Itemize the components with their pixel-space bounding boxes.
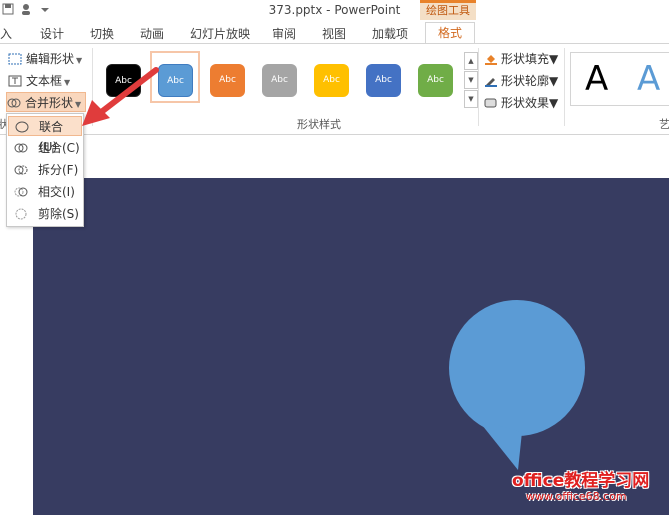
union-icon — [15, 120, 29, 134]
ribbon-tabs: 入 设计 切换 动画 幻灯片放映 审阅 视图 加载项 格式 — [0, 22, 669, 44]
wordart-group-label: 艺 — [659, 118, 669, 131]
shape-effects-button[interactable]: 形状效果▼ — [484, 93, 558, 113]
tab-transitions[interactable]: 切换 — [90, 25, 114, 42]
text-box-button[interactable]: 文本框 ▼ — [8, 71, 70, 91]
merge-shapes-menu: 联合(U) 组合(C) 拆分(F) 相交(I) 剪除(S) — [6, 113, 84, 227]
shape-effects-icon — [484, 95, 498, 108]
wordart-style-black[interactable]: A — [585, 59, 608, 99]
shape-fill-label: 形状填充 — [501, 52, 550, 66]
shape-style-gray[interactable]: Abc — [262, 64, 297, 97]
shape-fill-button[interactable]: 形状填充▼ — [484, 49, 558, 69]
drawing-tools-context-tab: 绘图工具 — [420, 0, 476, 20]
menu-item-intersect[interactable]: 相交(I) — [8, 182, 82, 202]
chevron-down-icon: ▼ — [549, 96, 559, 110]
tab-format[interactable]: 格式 — [425, 22, 476, 44]
shape-style-gold[interactable]: Abc — [314, 64, 349, 97]
menu-item-union[interactable]: 联合(U) — [8, 116, 82, 154]
gallery-up-button[interactable]: ▲ — [464, 52, 478, 70]
menu-item-combine[interactable]: 组合(C) — [8, 138, 82, 158]
tab-add-ins[interactable]: 加载项 — [372, 25, 408, 42]
chevron-down-icon: ▼ — [76, 56, 83, 65]
shape-effects-label: 形状效果 — [501, 96, 550, 110]
wordart-gallery: A A — [570, 52, 669, 106]
merge-shapes-label: 合并形状 — [25, 96, 74, 110]
tab-slide-show[interactable]: 幻灯片放映 — [190, 25, 250, 42]
intersect-icon — [14, 185, 28, 199]
group-separator — [478, 48, 479, 126]
group-separator — [92, 48, 93, 126]
chevron-down-icon: ▼ — [549, 52, 559, 66]
shape-style-dark-blue[interactable]: Abc — [366, 64, 401, 97]
tab-view[interactable]: 视图 — [322, 25, 346, 42]
edit-shape-label: 编辑形状 — [26, 52, 75, 66]
ribbon: 编辑形状 ▼ 文本框 ▼ 合并形状 ▼ 状 Abc Abc Abc Abc Abc A… — [0, 43, 669, 135]
watermark-title: office教程学习网 — [512, 471, 650, 491]
pencil-icon — [484, 73, 498, 87]
group-separator — [564, 48, 565, 126]
menu-item-fragment[interactable]: 拆分(F) — [8, 160, 82, 180]
edit-shape-button[interactable]: 编辑形状 ▼ — [8, 49, 82, 69]
tab-insert[interactable]: 入 — [0, 25, 12, 42]
shape-style-black[interactable]: Abc — [106, 64, 141, 97]
chevron-down-icon: ▼ — [75, 100, 82, 109]
slide[interactable] — [33, 178, 669, 515]
merge-shapes-icon — [7, 95, 21, 108]
shape-styles-group-label: 形状样式 — [297, 118, 341, 131]
shape-outline-label: 形状轮廓 — [501, 74, 550, 88]
gallery-more-button[interactable]: ▼ — [464, 90, 478, 108]
fragment-icon — [14, 163, 28, 177]
tab-design[interactable]: 设计 — [40, 25, 64, 42]
menu-item-subtract[interactable]: 剪除(S) — [8, 204, 82, 224]
chevron-down-icon: ▼ — [549, 74, 559, 88]
shape-style-orange[interactable]: Abc — [210, 64, 245, 97]
wordart-style-blue[interactable]: A — [637, 59, 660, 99]
edit-shape-icon — [8, 51, 22, 65]
combine-icon — [14, 141, 28, 155]
window-title: 373.pptx - PowerPoint — [268, 3, 401, 17]
tab-animations[interactable]: 动画 — [140, 25, 164, 42]
paint-bucket-icon — [484, 51, 498, 65]
subtract-icon — [14, 207, 28, 221]
gallery-scroll: ▲ ▼ ▼ — [464, 52, 478, 108]
text-box-icon — [8, 73, 22, 87]
selected-style-frame — [150, 51, 200, 103]
chevron-down-icon: ▼ — [64, 78, 71, 87]
text-box-label: 文本框 — [26, 74, 63, 88]
title-bar: 373.pptx - PowerPoint 绘图工具 — [0, 0, 669, 22]
merge-shapes-button[interactable]: 合并形状 ▼ — [6, 92, 87, 112]
shape-outline-button[interactable]: 形状轮廓▼ — [484, 71, 558, 91]
gallery-down-button[interactable]: ▼ — [464, 71, 478, 89]
shape-style-green[interactable]: Abc — [418, 64, 453, 97]
tab-review[interactable]: 审阅 — [272, 25, 296, 42]
watermark-url: www.office68.com — [526, 490, 627, 503]
